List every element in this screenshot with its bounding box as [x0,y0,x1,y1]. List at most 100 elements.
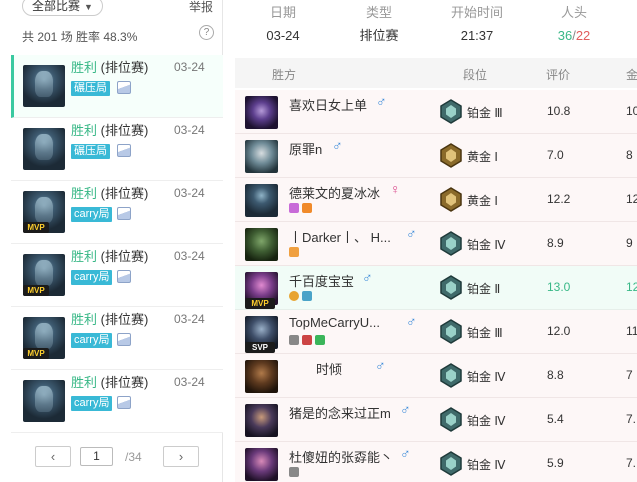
table-row[interactable]: 喜欢日女上单 ♂ 铂金 Ⅲ 10.8 10 [235,90,637,134]
gold-rank-icon [440,187,462,212]
player-rating: 5.4 [547,412,564,426]
report-link[interactable]: 举报 [189,0,213,15]
player-rating: 13.0 [547,280,571,294]
table-row[interactable]: SVP TopMeCarryU... ♂ 铂金 Ⅲ 12.0 11 [235,310,637,354]
image-icon[interactable] [117,81,131,94]
player-name[interactable]: 时倾 [316,359,342,378]
player-name[interactable]: 杜傻妞的张孬能丶 [289,447,393,466]
player-name[interactable]: 猪是的念来过正m [289,403,391,422]
match-mode: (排位赛) [100,312,149,327]
hero-avatar [23,128,65,170]
match-date: 03-24 [174,60,205,74]
player-rank: 铂金 Ⅲ [467,106,503,120]
platinum-rank-icon [440,99,462,124]
badge-icon [315,335,325,345]
start-time-label: 开始时间 [450,5,503,20]
kills-lose: 22 [575,28,591,43]
table-row[interactable]: 原罪n ♂ 黄金 Ⅰ 7.0 8 [235,134,637,178]
table-row[interactable]: 猪是的念来过正m ♂ 铂金 Ⅳ 5.4 7. [235,398,637,442]
player-name[interactable]: TopMeCarryU... [289,315,380,330]
match-item[interactable]: 胜利 (排位赛) 03-24 碾压局 [11,55,223,118]
table-row[interactable]: 德莱文的夏冰冰 ♀ 黄金 Ⅰ 12.2 12 [235,178,637,222]
match-item[interactable]: 胜利 (排位赛) 03-24 碾压局 [11,118,223,181]
platinum-rank-icon [440,451,462,476]
table-row[interactable]: 丨Darker丨、 H... ♂ 铂金 Ⅳ 8.9 9 [235,222,637,266]
player-avatar [245,96,278,129]
header-money: 金 [626,68,637,82]
player-avatar [245,404,278,437]
mvp-badge: MVP [23,285,49,296]
match-mode: (排位赛) [100,60,149,75]
player-money: 12 [626,280,637,294]
player-rank: 铂金 Ⅳ [467,238,506,252]
hero-avatar [23,65,65,107]
male-icon: ♂ [376,93,387,109]
page-number-input[interactable]: 1 [80,447,113,466]
win-rate-summary: 共 201 场 胜率 48.3% [22,30,138,44]
table-row[interactable]: 杜傻妞的张孬能丶 ♂ 铂金 Ⅳ 5.9 7. [235,442,637,482]
player-name[interactable]: 原罪n [289,139,322,158]
match-title: 胜利 (排位赛) [71,122,148,140]
chevron-down-icon: ▼ [84,2,93,12]
help-icon[interactable]: ? [199,25,214,40]
prev-page-button[interactable]: ‹ [35,446,71,467]
player-rank: 黄金 Ⅰ [467,150,498,164]
platinum-rank-icon [440,319,462,344]
kills-win: 36 [557,28,573,43]
player-money: 12 [626,192,637,206]
player-name[interactable]: 喜欢日女上单 [289,95,367,114]
player-avatar [245,140,278,173]
player-rank: 铂金 Ⅱ [467,282,501,296]
match-item[interactable]: MVP 胜利 (排位赛) 03-24 carry局 [11,307,223,370]
player-name[interactable]: 丨Darker丨、 H... [289,227,391,246]
male-icon: ♂ [375,357,386,373]
svp-badge: SVP [245,342,275,353]
table-row[interactable]: 时倾 ♂ 铂金 Ⅳ 8.8 7 [235,354,637,398]
kills-value: 36/22 [543,26,605,46]
player-avatar [245,228,278,261]
player-name[interactable]: 千百度宝宝 [289,271,354,290]
image-icon[interactable] [117,333,131,346]
player-rank: 铂金 Ⅳ [467,370,506,384]
platinum-rank-icon [440,275,462,300]
image-icon[interactable] [117,144,131,157]
match-history-panel: 全部比赛 ▼ 举报 共 201 场 胜率 48.3% ? 胜利 (排位赛) 03-… [0,0,223,482]
match-mode: (排位赛) [100,375,149,390]
kills-label: 人头 [560,5,587,20]
table-row[interactable]: MVP 千百度宝宝 ♂ 铂金 Ⅱ 13.0 12 [235,266,637,310]
header-team: 胜方 [272,68,297,82]
next-page-button[interactable]: › [163,446,199,467]
player-name[interactable]: 德莱文的夏冰冰 [289,183,380,202]
match-mode: (排位赛) [100,123,149,138]
player-money: 8 [626,148,633,162]
match-date: 03-24 [174,186,205,200]
badge-icon [289,247,299,257]
player-money: 7. [626,456,637,470]
match-item[interactable]: MVP 胜利 (排位赛) 03-24 carry局 [11,181,223,244]
match-tag: carry局 [71,333,113,348]
player-money: 9 [626,236,633,250]
player-avatar [245,184,278,217]
start-time-value: 21:37 [460,28,494,43]
badge-icon [289,203,299,213]
match-tag: 碾压局 [71,81,110,96]
image-icon[interactable] [117,396,131,409]
hero-avatar [23,380,65,422]
info-start-time: 开始时间 21:37 [441,0,513,46]
player-money: 7. [626,412,637,426]
platinum-rank-icon [440,231,462,256]
image-icon[interactable] [117,270,131,283]
match-item[interactable]: MVP 胜利 (排位赛) 03-24 carry局 [11,244,223,307]
match-result: 胜利 [71,249,98,264]
match-mode: (排位赛) [100,186,149,201]
match-item[interactable]: 胜利 (排位赛) 03-24 carry局 [11,370,223,433]
player-money: 11 [626,324,637,338]
player-rank: 铂金 Ⅳ [467,458,506,472]
male-icon: ♂ [332,137,343,153]
match-detail-panel: 日期 03-24 类型 排位赛 开始时间 21:37 人头 36/22 胜方 段… [223,0,637,482]
mvp-badge: MVP [23,222,49,233]
match-filter-dropdown[interactable]: 全部比赛 ▼ [22,0,103,16]
mvp-badge: MVP [23,348,49,359]
info-type: 类型 排位赛 [349,0,409,46]
image-icon[interactable] [117,207,131,220]
